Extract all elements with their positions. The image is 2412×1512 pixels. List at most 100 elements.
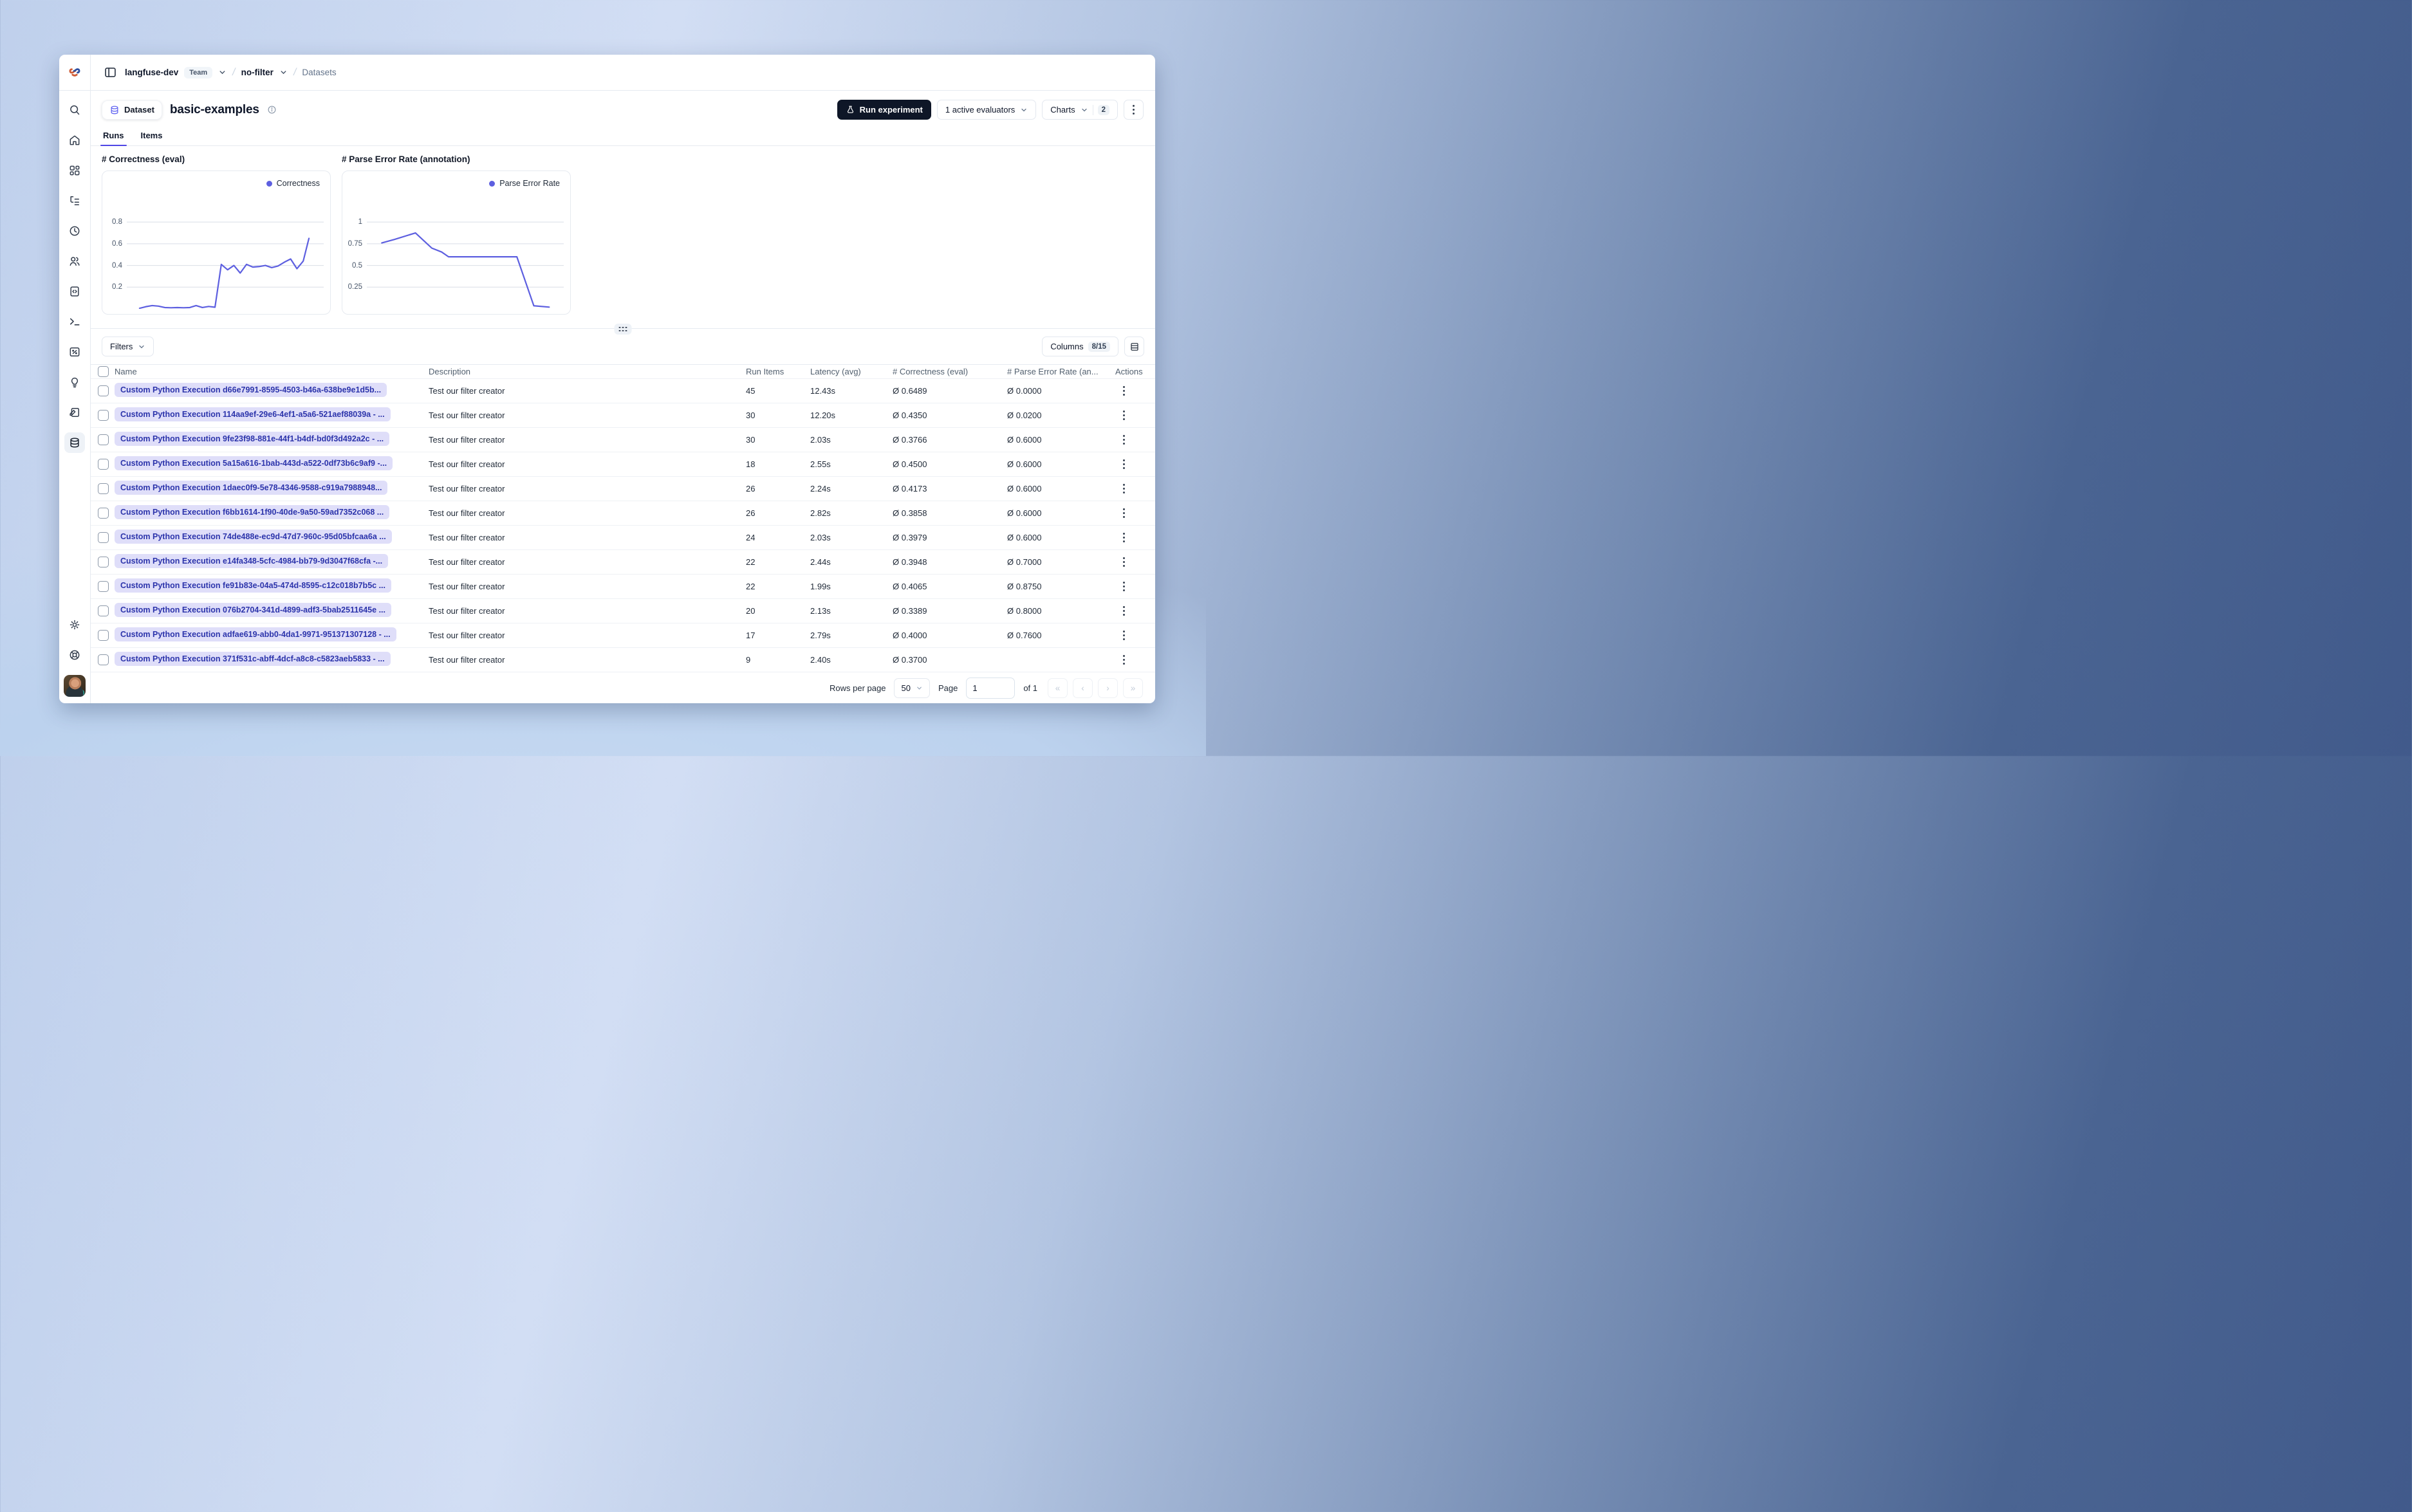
row-actions-kebab[interactable] <box>1115 505 1132 522</box>
select-all-checkbox[interactable] <box>98 366 109 377</box>
columns-button[interactable]: Columns 8/15 <box>1042 337 1118 356</box>
row-actions-kebab[interactable] <box>1115 456 1132 473</box>
search-icon[interactable] <box>64 100 85 120</box>
tab-runs[interactable]: Runs <box>100 127 126 146</box>
run-name-pill[interactable]: Custom Python Execution adfae619-abb0-4d… <box>115 627 396 641</box>
row-actions-kebab[interactable] <box>1115 554 1132 571</box>
table-row[interactable]: Custom Python Execution fe91b83e-04a5-47… <box>91 575 1155 599</box>
run-name-pill[interactable]: Custom Python Execution 371f531c-abff-4d… <box>115 652 391 666</box>
run-name-pill[interactable]: Custom Python Execution fe91b83e-04a5-47… <box>115 578 391 593</box>
sidebar-toggle-button[interactable] <box>101 64 119 82</box>
insights-lightbulb-icon[interactable] <box>64 372 85 392</box>
first-page-button[interactable]: « <box>1048 678 1068 698</box>
breadcrumb-org[interactable]: langfuse-dev <box>125 68 178 77</box>
settings-gear-icon[interactable] <box>64 614 85 635</box>
runs-table: Name Description Run Items Latency (avg)… <box>91 364 1155 672</box>
run-name-pill[interactable]: Custom Python Execution 5a15a616-1bab-44… <box>115 456 393 470</box>
table-row[interactable]: Custom Python Execution f6bb1614-1f90-40… <box>91 501 1155 526</box>
info-icon[interactable] <box>267 105 277 115</box>
resize-drag-handle[interactable] <box>614 324 632 335</box>
chevron-down-icon[interactable] <box>279 68 288 77</box>
row-checkbox[interactable] <box>98 508 109 519</box>
playground-terminal-icon[interactable] <box>64 311 85 332</box>
run-name-pill[interactable]: Custom Python Execution f6bb1614-1f90-40… <box>115 505 390 519</box>
row-checkbox[interactable] <box>98 483 109 494</box>
table-row[interactable]: Custom Python Execution d66e7991-8595-45… <box>91 379 1155 403</box>
dashboards-icon[interactable] <box>64 160 85 181</box>
table-row[interactable]: Custom Python Execution 1daec0f9-5e78-43… <box>91 477 1155 501</box>
column-header-latency[interactable]: Latency (avg) <box>810 367 893 376</box>
table-row[interactable]: Custom Python Execution 371f531c-abff-4d… <box>91 648 1155 672</box>
row-actions-kebab[interactable] <box>1115 603 1132 620</box>
run-name-pill[interactable]: Custom Python Execution d66e7991-8595-45… <box>115 383 387 397</box>
charts-toggle-button[interactable]: Charts 2 <box>1042 100 1118 120</box>
row-checkbox[interactable] <box>98 605 109 616</box>
row-actions-kebab[interactable] <box>1115 407 1132 424</box>
users-icon[interactable] <box>64 251 85 272</box>
row-actions-kebab[interactable] <box>1115 578 1132 595</box>
table-row[interactable]: Custom Python Execution 114aa9ef-29e6-4e… <box>91 403 1155 428</box>
row-checkbox[interactable] <box>98 459 109 470</box>
row-actions-kebab[interactable] <box>1115 530 1132 546</box>
page-header: Dataset basic-examples Run experiment 1 … <box>91 91 1155 124</box>
user-avatar[interactable] <box>64 675 86 697</box>
table-row[interactable]: Custom Python Execution adfae619-abb0-4d… <box>91 623 1155 648</box>
table-row[interactable]: Custom Python Execution e14fa348-5cfc-49… <box>91 550 1155 575</box>
run-name-pill[interactable]: Custom Python Execution 74de488e-ec9d-47… <box>115 530 392 544</box>
run-description: Test our filter creator <box>429 410 505 420</box>
run-name-pill[interactable]: Custom Python Execution e14fa348-5cfc-49… <box>115 554 389 568</box>
home-icon[interactable] <box>64 130 85 151</box>
column-header-correctness[interactable]: # Correctness (eval) <box>893 367 1007 376</box>
chevron-down-icon[interactable] <box>218 68 227 77</box>
table-row[interactable]: Custom Python Execution 5a15a616-1bab-44… <box>91 452 1155 477</box>
datasets-icon[interactable] <box>64 432 85 453</box>
last-page-button[interactable]: » <box>1123 678 1143 698</box>
run-description: Test our filter creator <box>429 631 505 640</box>
column-header-parse-error[interactable]: # Parse Error Rate (an... <box>1007 367 1115 376</box>
row-checkbox[interactable] <box>98 385 109 396</box>
more-actions-button[interactable] <box>1124 100 1144 120</box>
row-checkbox[interactable] <box>98 630 109 641</box>
table-row[interactable]: Custom Python Execution 74de488e-ec9d-47… <box>91 526 1155 550</box>
sessions-clock-icon[interactable] <box>64 221 85 241</box>
support-lifebuoy-icon[interactable] <box>64 645 85 665</box>
breadcrumb-section[interactable]: Datasets <box>302 68 336 77</box>
scores-percent-icon[interactable] <box>64 342 85 362</box>
row-actions-kebab[interactable] <box>1115 627 1132 644</box>
run-name-pill[interactable]: Custom Python Execution 1daec0f9-5e78-43… <box>115 481 388 495</box>
table-row[interactable]: Custom Python Execution 9fe23f98-881e-44… <box>91 428 1155 452</box>
run-name-pill[interactable]: Custom Python Execution 9fe23f98-881e-44… <box>115 432 390 446</box>
row-checkbox[interactable] <box>98 557 109 567</box>
previous-page-button[interactable]: ‹ <box>1073 678 1093 698</box>
table-row[interactable]: Custom Python Execution 076b2704-341d-48… <box>91 599 1155 623</box>
column-header-name[interactable]: Name <box>115 367 429 376</box>
rows-per-page-select[interactable]: 50 <box>894 678 930 698</box>
run-name-pill[interactable]: Custom Python Execution 076b2704-341d-48… <box>115 603 391 617</box>
column-header-description[interactable]: Description <box>429 367 746 376</box>
run-experiment-button[interactable]: Run experiment <box>837 100 931 120</box>
row-actions-kebab[interactable] <box>1115 432 1132 448</box>
tracing-icon[interactable] <box>64 190 85 211</box>
breadcrumb-project[interactable]: no-filter <box>241 68 274 77</box>
run-name-pill[interactable]: Custom Python Execution 114aa9ef-29e6-4e… <box>115 407 391 421</box>
evaluators-button[interactable]: 1 active evaluators <box>936 100 1037 120</box>
row-actions-kebab[interactable] <box>1115 652 1132 668</box>
annotation-icon[interactable] <box>64 402 85 423</box>
row-actions-kebab[interactable] <box>1115 481 1132 497</box>
app-window: langfuse-dev Team / no-filter / Datasets <box>59 55 1155 703</box>
row-checkbox[interactable] <box>98 410 109 421</box>
page-number-input[interactable] <box>966 677 1016 699</box>
row-height-button[interactable] <box>1124 337 1144 356</box>
column-header-run-items[interactable]: Run Items <box>746 367 810 376</box>
next-page-button[interactable]: › <box>1098 678 1118 698</box>
row-checkbox[interactable] <box>98 434 109 445</box>
row-checkbox[interactable] <box>98 581 109 592</box>
tab-items[interactable]: Items <box>140 127 164 145</box>
filters-button[interactable]: Filters <box>102 337 154 356</box>
langfuse-logo[interactable] <box>59 55 91 90</box>
row-actions-kebab[interactable] <box>1115 383 1132 400</box>
prompts-icon[interactable] <box>64 281 85 302</box>
row-checkbox[interactable] <box>98 654 109 665</box>
run-correctness-avg: Ø 0.4500 <box>893 459 927 469</box>
row-checkbox[interactable] <box>98 532 109 543</box>
